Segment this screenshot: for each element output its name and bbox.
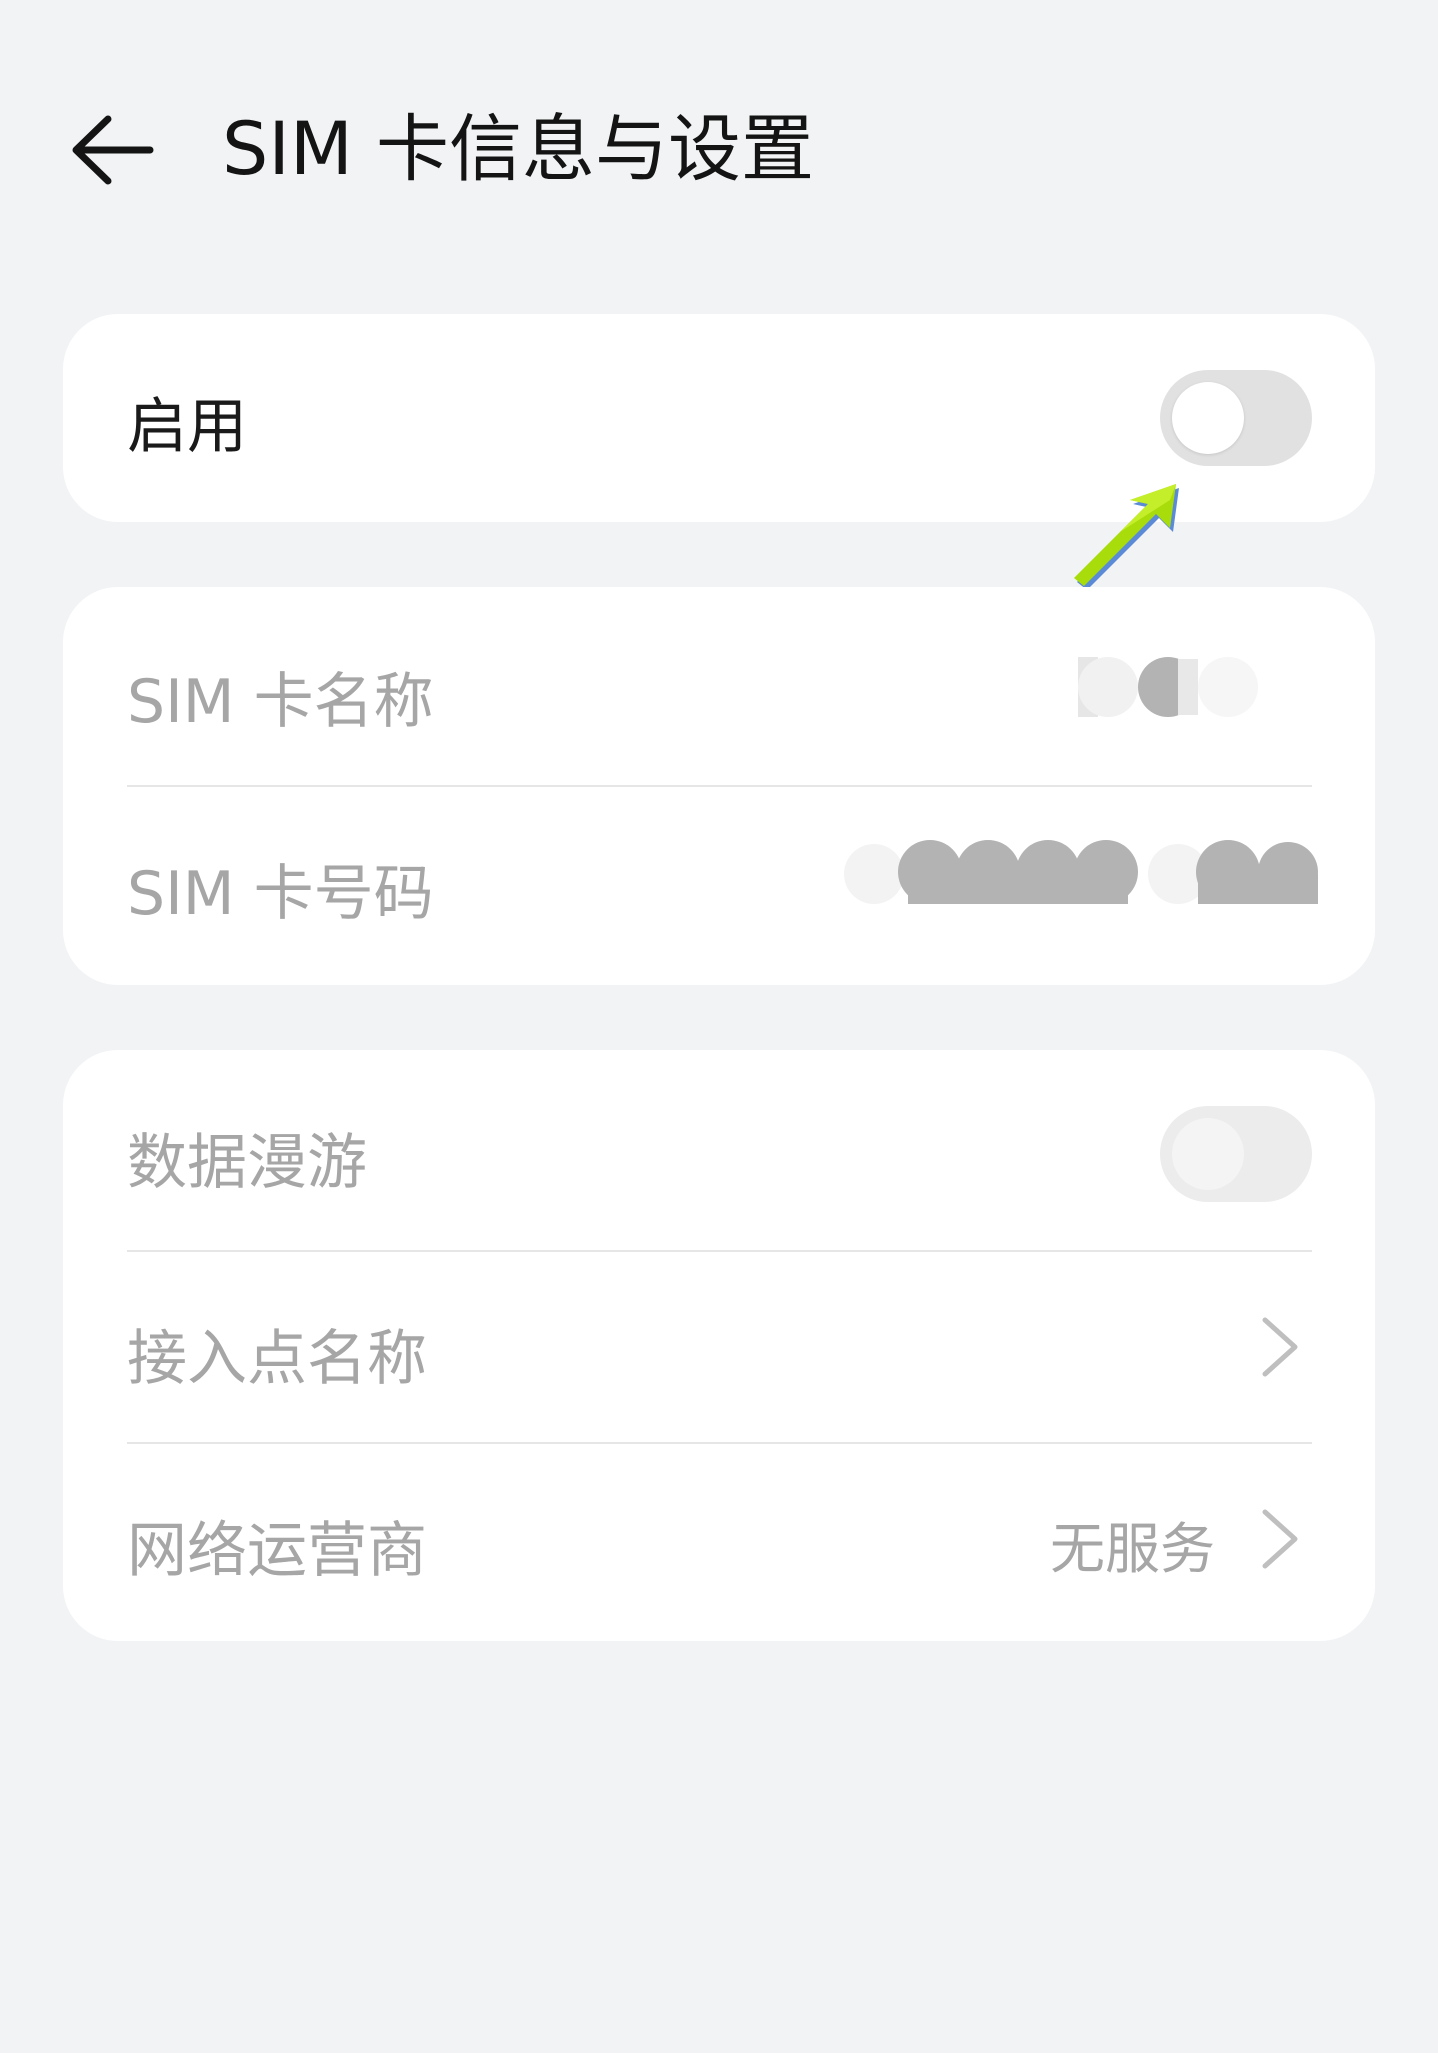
apn-row[interactable]: 接入点名称 — [63, 1252, 1375, 1442]
data-roaming-toggle[interactable] — [1160, 1106, 1312, 1202]
enable-row[interactable]: 启用 — [63, 314, 1375, 522]
sim-info-card: SIM 卡名称 SIM 卡号码 — [63, 587, 1375, 985]
back-button[interactable] — [60, 105, 170, 195]
chevron-right-icon — [1255, 1312, 1305, 1382]
enable-label: 启用 — [127, 392, 247, 462]
chevron-right-icon — [1255, 1504, 1305, 1574]
network-settings-card: 数据漫游 接入点名称 网络运营商 无服务 — [63, 1050, 1375, 1641]
data-roaming-label: 数据漫游 — [127, 1128, 367, 1198]
carrier-row[interactable]: 网络运营商 无服务 — [63, 1444, 1375, 1641]
toggle-knob — [1172, 382, 1244, 454]
enable-card: 启用 — [63, 314, 1375, 522]
top-app-bar: SIM 卡信息与设置 — [0, 0, 1438, 300]
page-title: SIM 卡信息与设置 — [222, 107, 815, 192]
enable-toggle[interactable] — [1160, 370, 1312, 466]
toggle-knob — [1172, 1118, 1244, 1190]
sim-name-label: SIM 卡名称 — [127, 667, 434, 737]
sim-name-redacted — [1078, 657, 1258, 717]
apn-label: 接入点名称 — [127, 1324, 427, 1394]
back-arrow-icon — [72, 115, 154, 185]
sim-number-label: SIM 卡号码 — [127, 859, 434, 929]
carrier-status: 无服务 — [1049, 1517, 1215, 1581]
sim-number-row[interactable]: SIM 卡号码 — [63, 787, 1375, 985]
data-roaming-row[interactable]: 数据漫游 — [63, 1050, 1375, 1250]
sim-name-row[interactable]: SIM 卡名称 — [63, 587, 1375, 785]
carrier-label: 网络运营商 — [127, 1516, 427, 1586]
sim-number-redacted — [844, 840, 1318, 904]
